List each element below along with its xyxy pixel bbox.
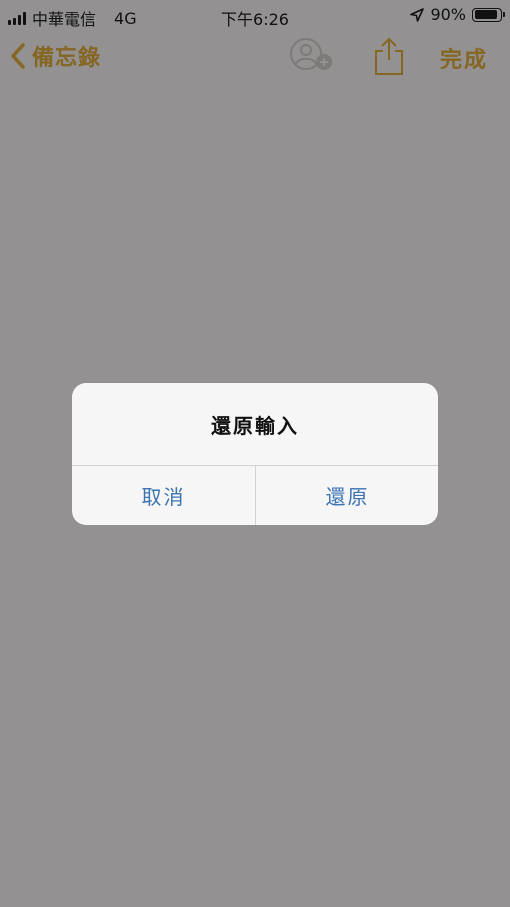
status-bar: 中華電信 4G 下午6:26 90% — [0, 0, 510, 30]
cancel-button[interactable]: 取消 — [72, 466, 255, 525]
restore-button[interactable]: 還原 — [256, 466, 438, 525]
share-icon — [375, 37, 403, 75]
back-button-label: 備忘錄 — [32, 46, 102, 71]
add-collaborator-icon — [290, 38, 332, 70]
add-collaborator-button[interactable] — [290, 38, 336, 74]
alert-title: 還原輸入 — [211, 413, 299, 438]
back-button[interactable]: 備忘錄 — [10, 40, 101, 72]
location-arrow-icon — [410, 7, 425, 22]
battery-percent: 90% — [430, 5, 466, 24]
restore-input-alert: 還原輸入 取消 還原 — [72, 383, 438, 525]
navigation-bar: 備忘錄 完成 — [0, 30, 510, 84]
share-button[interactable] — [373, 36, 405, 76]
done-button[interactable]: 完成 — [440, 42, 488, 74]
battery-icon — [472, 7, 505, 22]
battery-fill — [474, 10, 497, 19]
status-bar-right: 90% — [410, 5, 505, 24]
chevron-left-icon — [11, 43, 25, 69]
